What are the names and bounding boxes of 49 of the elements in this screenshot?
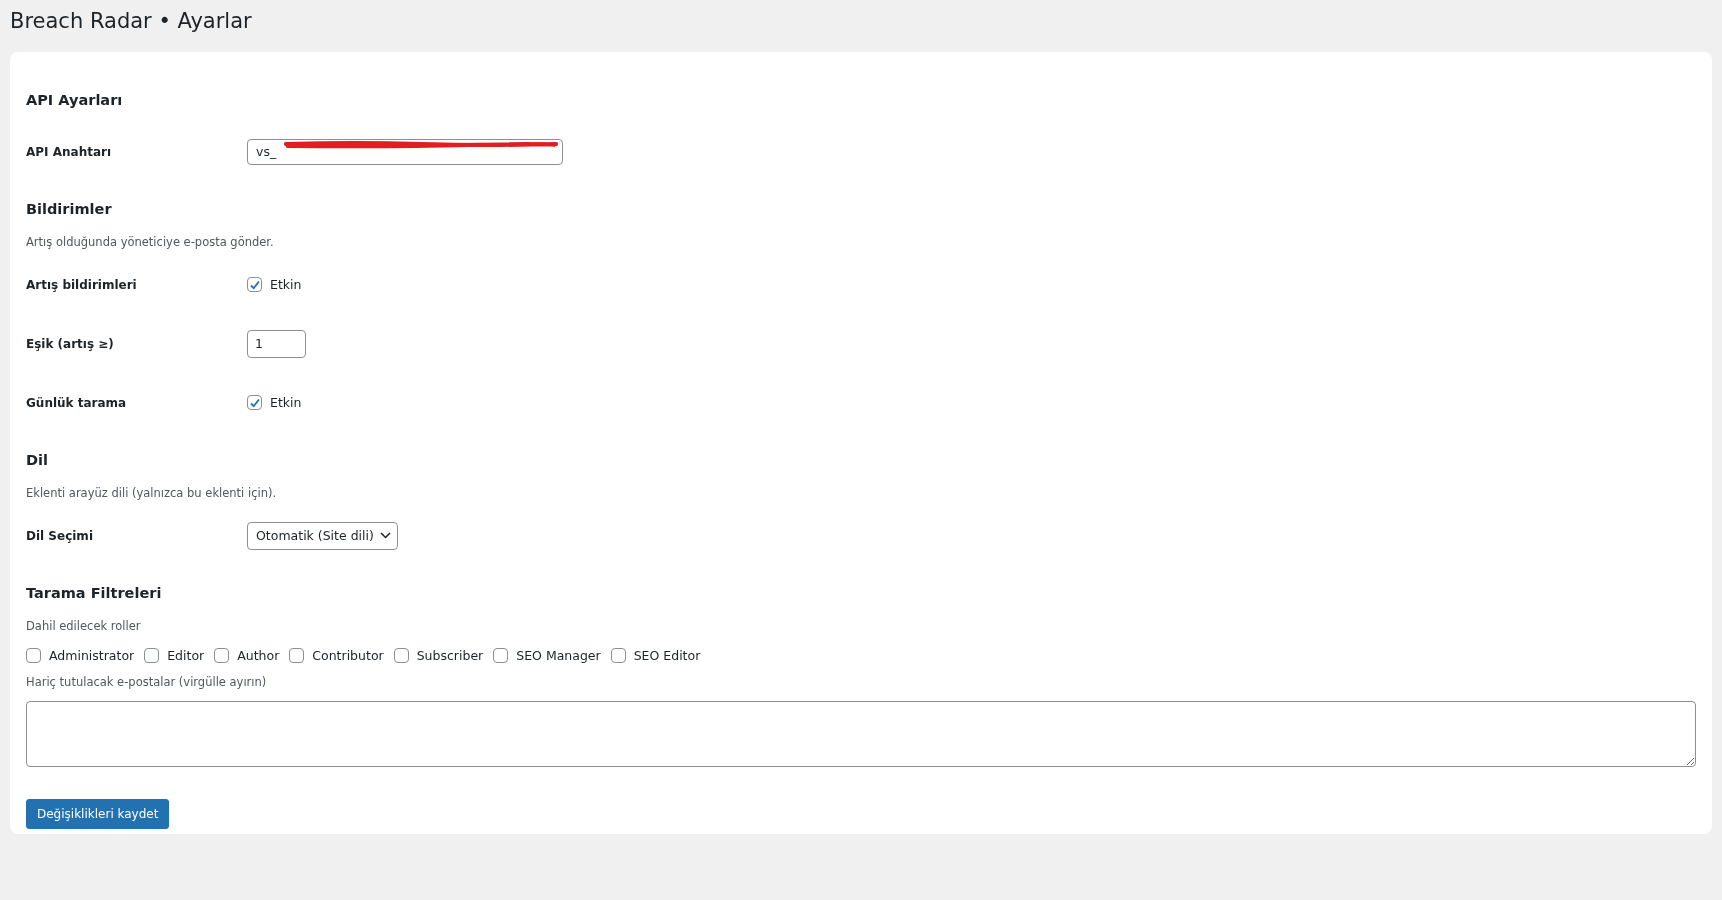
checkbox-option[interactable]: Subscriber xyxy=(393,648,484,663)
checkbox-option[interactable]: SEO Manager xyxy=(493,648,601,663)
checkbox-label: Contributor xyxy=(312,648,384,663)
check-icon xyxy=(248,396,261,409)
section-heading: Bildirimler xyxy=(26,200,113,219)
checkbox-label: SEO Manager xyxy=(516,648,601,663)
save-button[interactable]: Değişiklikleri kaydet xyxy=(26,799,170,829)
checkbox-label: Editor xyxy=(167,648,205,663)
page-title: Breach Radar • Ayarlar xyxy=(10,8,253,35)
section-heading: Tarama Filtreleri xyxy=(26,584,163,603)
checkbox-label: Etkin xyxy=(270,277,302,292)
checkbox-label: Subscriber xyxy=(416,648,484,663)
checkbox[interactable] xyxy=(144,648,160,663)
checkbox-label: Author xyxy=(237,648,280,663)
section-heading: API Ayarları xyxy=(26,91,124,110)
checkbox-option[interactable]: Etkin xyxy=(247,277,302,292)
checkbox-option[interactable]: Contributor xyxy=(289,648,384,663)
checkbox-option[interactable]: SEO Editor xyxy=(610,648,701,663)
checkbox-option[interactable]: Etkin xyxy=(247,395,302,410)
checkbox[interactable] xyxy=(247,395,262,410)
field-label: Artış bildirimleri xyxy=(26,277,137,292)
check-icon xyxy=(248,278,261,291)
section-description: Artış olduğunda yöneticiye e-posta gönder. xyxy=(26,234,275,251)
api-key-field[interactable]: vs_ xyxy=(247,138,563,165)
roles-label: Dahil edilecek roller xyxy=(26,618,142,635)
language-select[interactable]: Otomatik (Site dili) xyxy=(247,521,398,550)
threshold-field[interactable]: 1 xyxy=(247,329,306,358)
section-heading: Dil xyxy=(26,451,49,470)
chevron-down-icon xyxy=(379,532,391,539)
section-description: Eklenti arayüz dili (yalnızca bu eklenti için). xyxy=(26,485,278,502)
checkbox[interactable] xyxy=(393,648,409,663)
field-label: API Anahtarı xyxy=(26,144,112,159)
checkbox-label: Etkin xyxy=(270,395,302,410)
checkbox[interactable] xyxy=(214,648,230,663)
checkbox[interactable] xyxy=(26,648,41,663)
checkbox[interactable] xyxy=(493,648,509,663)
field-label: Eşik (artış ≥) xyxy=(26,336,114,351)
checkbox[interactable] xyxy=(247,277,262,292)
checkbox[interactable] xyxy=(289,648,305,663)
exclude-emails-label: Hariç tutulacak e-postalar (virgülle ayırın) xyxy=(26,674,268,691)
checkbox-option[interactable]: Author xyxy=(214,648,280,663)
checkbox-option[interactable]: Administrator xyxy=(26,648,135,663)
checkbox[interactable] xyxy=(610,648,626,663)
field-label: Günlük tarama xyxy=(26,395,127,410)
exclude-emails-field[interactable] xyxy=(26,701,1696,767)
checkbox-option[interactable]: Editor xyxy=(144,648,205,663)
checkbox-label: SEO Editor xyxy=(633,648,701,663)
checkbox-label: Administrator xyxy=(49,648,135,663)
field-label: Dil Seçimi xyxy=(26,528,93,543)
